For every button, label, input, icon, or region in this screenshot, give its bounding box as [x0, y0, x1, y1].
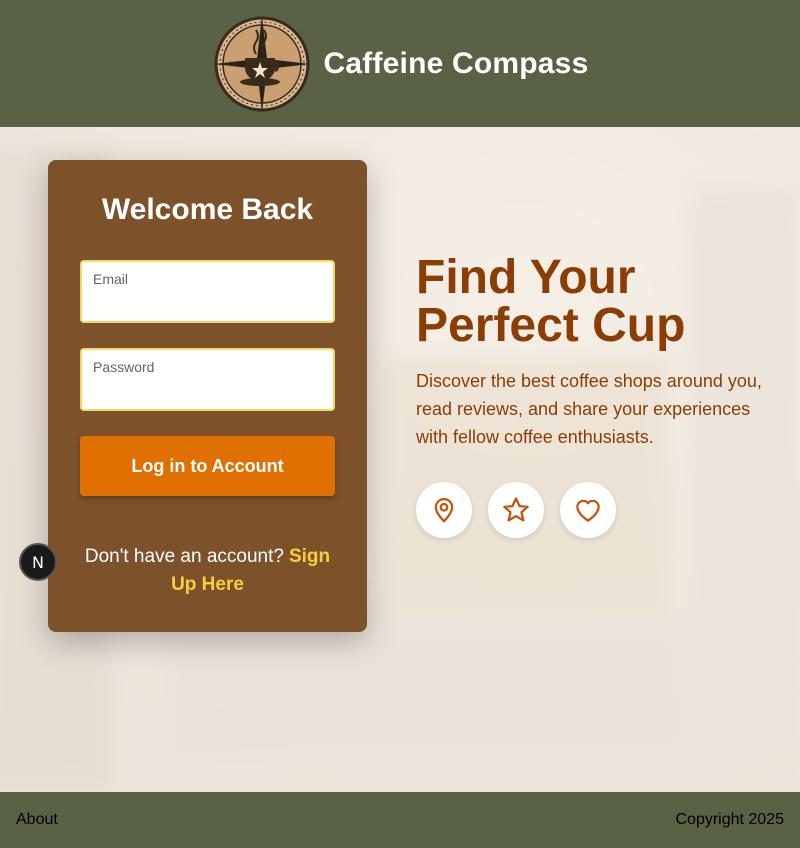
hero-title: Find Your Perfect Cup — [416, 254, 786, 350]
copyright-text: Copyright 2025 — [675, 811, 784, 828]
signup-prompt-text: Don't have an account? — [84, 546, 284, 567]
login-card: Welcome Back Email Password Log in to Ac… — [48, 160, 367, 632]
password-label: Password — [93, 359, 155, 375]
signup-prompt: Don't have an account? Sign Up Here — [78, 543, 337, 599]
brand-name[interactable]: Caffeine Compass — [324, 47, 589, 81]
email-field[interactable]: Email — [80, 260, 335, 323]
password-input[interactable] — [92, 379, 323, 403]
password-field[interactable]: Password — [80, 348, 335, 411]
dev-tools-badge[interactable]: N — [19, 543, 57, 581]
hero-title-line-2: Perfect Cup — [416, 299, 686, 352]
site-header: Caffeine Compass — [0, 0, 800, 127]
hero-description: Discover the best coffee shops around yo… — [416, 371, 762, 447]
about-link[interactable]: About — [16, 811, 58, 829]
email-label: Email — [93, 271, 129, 287]
hero-section: Welcome Back Email Password Log in to Ac… — [0, 127, 800, 792]
compass-logo-icon[interactable] — [212, 14, 312, 114]
login-title: Welcome Back — [101, 193, 314, 226]
star-icon[interactable] — [488, 482, 544, 538]
login-button[interactable]: Log in to Account — [80, 436, 335, 496]
map-pin-icon[interactable] — [416, 482, 472, 538]
feature-icons — [416, 482, 616, 538]
hero-title-line-1: Find Your — [416, 251, 636, 304]
heart-icon[interactable] — [560, 482, 616, 538]
site-footer: About Copyright 2025 — [0, 792, 800, 848]
email-input[interactable] — [92, 291, 323, 315]
